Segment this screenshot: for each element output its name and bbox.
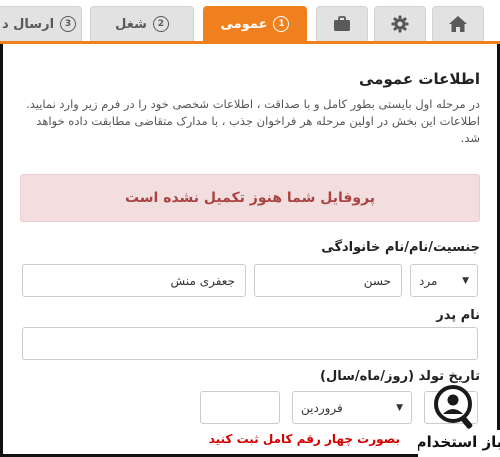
section-title: اطلاعات عمومی (358, 70, 480, 88)
last-name-value: جعفری منش (170, 273, 235, 288)
tab-settings[interactable] (374, 6, 426, 41)
tab-general-number: 1 (273, 16, 290, 32)
gender-select[interactable]: ▼ مرد (410, 264, 478, 297)
chevron-down-icon: ▼ (396, 402, 403, 413)
tab-general[interactable]: 1 عمومی (203, 6, 307, 41)
chevron-down-icon: ▼ (462, 275, 469, 286)
birth-month-select[interactable]: ▼ فروردین (292, 391, 412, 424)
profile-incomplete-alert: پروفایل شما هنوز تکمیل نشده است (20, 174, 480, 222)
birth-year-error: بصورت چهار رقم کامل ثبت کنید (208, 432, 400, 446)
tab-3-number: 3 (60, 16, 77, 32)
watermark-text: باز استخدام (418, 433, 500, 451)
first-name-field[interactable]: حسن (254, 264, 402, 297)
name-label: جنسیت/نام/نام خانوادگی (321, 240, 480, 255)
tab-3[interactable]: 3 ارسال د (0, 6, 82, 41)
father-name-label: نام پدر (436, 308, 480, 323)
tab-job-label: شغل (115, 16, 147, 32)
father-name-field[interactable] (22, 327, 478, 360)
gender-value: مرد (419, 273, 438, 288)
tab-general-label: عمومی (220, 16, 268, 32)
tab-3-label: ارسال د (1, 16, 55, 32)
intro-text: در مرحله اول بایستی بطور کامل و با صداقت… (26, 97, 480, 145)
tab-home[interactable] (432, 6, 484, 41)
tab-job[interactable]: 2 شغل (90, 6, 194, 41)
tab-job-number: 2 (152, 16, 169, 32)
first-name-value: حسن (363, 273, 391, 288)
gear-icon (391, 15, 409, 33)
birth-year-field[interactable] (200, 391, 280, 424)
watermark-logo: باز استخدام (416, 380, 500, 457)
briefcase-icon (334, 16, 350, 31)
watermark-graphic: باز استخدام (416, 385, 500, 457)
birth-month-value: فروردین (301, 400, 343, 415)
tab-bar: 3 ارسال د 2 شغل 1 عمومی (0, 0, 500, 44)
last-name-field[interactable]: جعفری منش (22, 264, 246, 297)
tab-briefcase[interactable] (316, 6, 368, 41)
home-icon (449, 16, 467, 32)
